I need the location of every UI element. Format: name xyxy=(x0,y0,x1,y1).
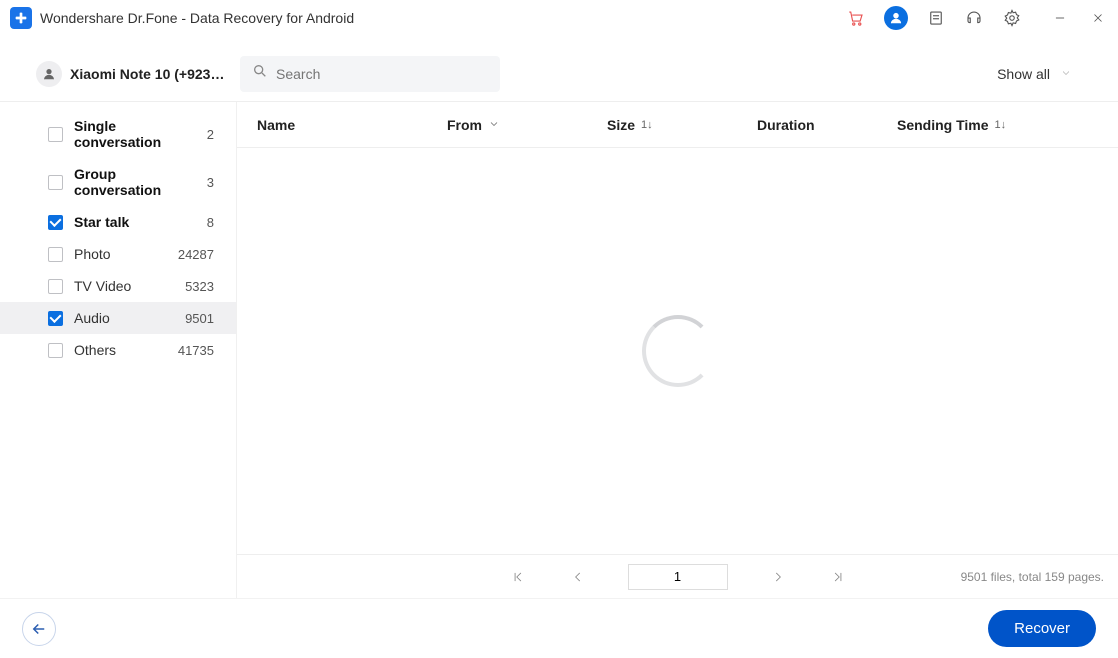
sort-icon: 1↓ xyxy=(641,119,653,131)
search-box[interactable] xyxy=(240,56,500,92)
page-prev-button[interactable] xyxy=(568,567,588,587)
column-size-label: Size xyxy=(607,117,635,133)
sidebar-item-label: Single conversation xyxy=(74,118,166,150)
support-icon[interactable] xyxy=(964,8,984,28)
filter-dropdown[interactable]: Show all xyxy=(987,66,1082,82)
sidebar-item-count: 8 xyxy=(166,215,214,230)
back-button[interactable] xyxy=(22,612,56,646)
sidebar-item-label: Group conversation xyxy=(74,166,166,198)
filter-label: Show all xyxy=(997,66,1050,82)
search-input[interactable] xyxy=(276,66,488,82)
pagination: 9501 files, total 159 pages. xyxy=(237,554,1118,598)
sidebar-item[interactable]: TV Video5323 xyxy=(0,270,236,302)
sidebar-item[interactable]: Others41735 xyxy=(0,334,236,366)
sort-icon: 1↓ xyxy=(995,119,1007,131)
column-from-label: From xyxy=(447,117,482,133)
checkbox[interactable] xyxy=(48,127,63,142)
checkbox[interactable] xyxy=(48,343,63,358)
page-next-button[interactable] xyxy=(768,567,788,587)
checkbox[interactable] xyxy=(48,311,63,326)
app-title: Wondershare Dr.Fone - Data Recovery for … xyxy=(40,10,354,26)
table-header: Name From Size 1↓ Duration Sending Time … xyxy=(237,102,1118,148)
close-icon[interactable] xyxy=(1088,8,1108,28)
sidebar-item-count: 5323 xyxy=(166,279,214,294)
sidebar-item[interactable]: Photo24287 xyxy=(0,238,236,270)
column-name[interactable]: Name xyxy=(257,117,447,133)
sidebar-item[interactable]: Audio9501 xyxy=(0,302,236,334)
bottombar: Recover xyxy=(0,598,1118,658)
app-logo-icon xyxy=(10,7,32,29)
sidebar-item-count: 9501 xyxy=(166,311,214,326)
column-size[interactable]: Size 1↓ xyxy=(607,117,757,133)
column-sending-time[interactable]: Sending Time 1↓ xyxy=(897,117,1057,133)
titlebar: Wondershare Dr.Fone - Data Recovery for … xyxy=(0,0,1118,36)
chevron-down-icon xyxy=(1060,66,1072,82)
sidebar-item-count: 41735 xyxy=(166,343,214,358)
device-name[interactable]: Xiaomi Note 10 (+92315... xyxy=(70,66,230,82)
content-panel: Name From Size 1↓ Duration Sending Time … xyxy=(236,102,1118,598)
toolbar: Xiaomi Note 10 (+92315... Show all xyxy=(0,46,1118,102)
main-area: Single conversation2Group conversation3S… xyxy=(0,102,1118,598)
sidebar-item-count: 2 xyxy=(166,127,214,142)
column-from[interactable]: From xyxy=(447,117,607,133)
sidebar-item-label: Star talk xyxy=(74,214,166,230)
page-summary: 9501 files, total 159 pages. xyxy=(961,570,1104,584)
settings-icon[interactable] xyxy=(1002,8,1022,28)
loading-area xyxy=(237,148,1118,554)
column-duration[interactable]: Duration xyxy=(757,117,897,133)
page-input[interactable] xyxy=(628,564,728,590)
notes-icon[interactable] xyxy=(926,8,946,28)
sidebar: Single conversation2Group conversation3S… xyxy=(0,102,236,598)
chevron-down-icon xyxy=(488,117,500,133)
sidebar-item[interactable]: Single conversation2 xyxy=(0,110,236,158)
checkbox[interactable] xyxy=(48,215,63,230)
sidebar-item-label: Audio xyxy=(74,310,166,326)
sidebar-item-count: 24287 xyxy=(166,247,214,262)
checkbox[interactable] xyxy=(48,279,63,294)
column-duration-label: Duration xyxy=(757,117,815,133)
page-last-button[interactable] xyxy=(828,567,848,587)
sidebar-item-label: Photo xyxy=(74,246,166,262)
sidebar-item-count: 3 xyxy=(166,175,214,190)
sidebar-item-label: TV Video xyxy=(74,278,166,294)
column-name-label: Name xyxy=(257,117,295,133)
page-first-button[interactable] xyxy=(508,567,528,587)
checkbox[interactable] xyxy=(48,175,63,190)
sidebar-item[interactable]: Group conversation3 xyxy=(0,158,236,206)
device-avatar-icon xyxy=(36,61,62,87)
sidebar-item-label: Others xyxy=(74,342,166,358)
column-sending-label: Sending Time xyxy=(897,117,989,133)
account-icon[interactable] xyxy=(884,6,908,30)
cart-icon[interactable] xyxy=(846,8,866,28)
sidebar-item[interactable]: Star talk8 xyxy=(0,206,236,238)
minimize-icon[interactable] xyxy=(1050,8,1070,28)
checkbox[interactable] xyxy=(48,247,63,262)
spinner-icon xyxy=(642,315,714,387)
recover-button[interactable]: Recover xyxy=(988,610,1096,647)
search-icon xyxy=(252,63,276,84)
